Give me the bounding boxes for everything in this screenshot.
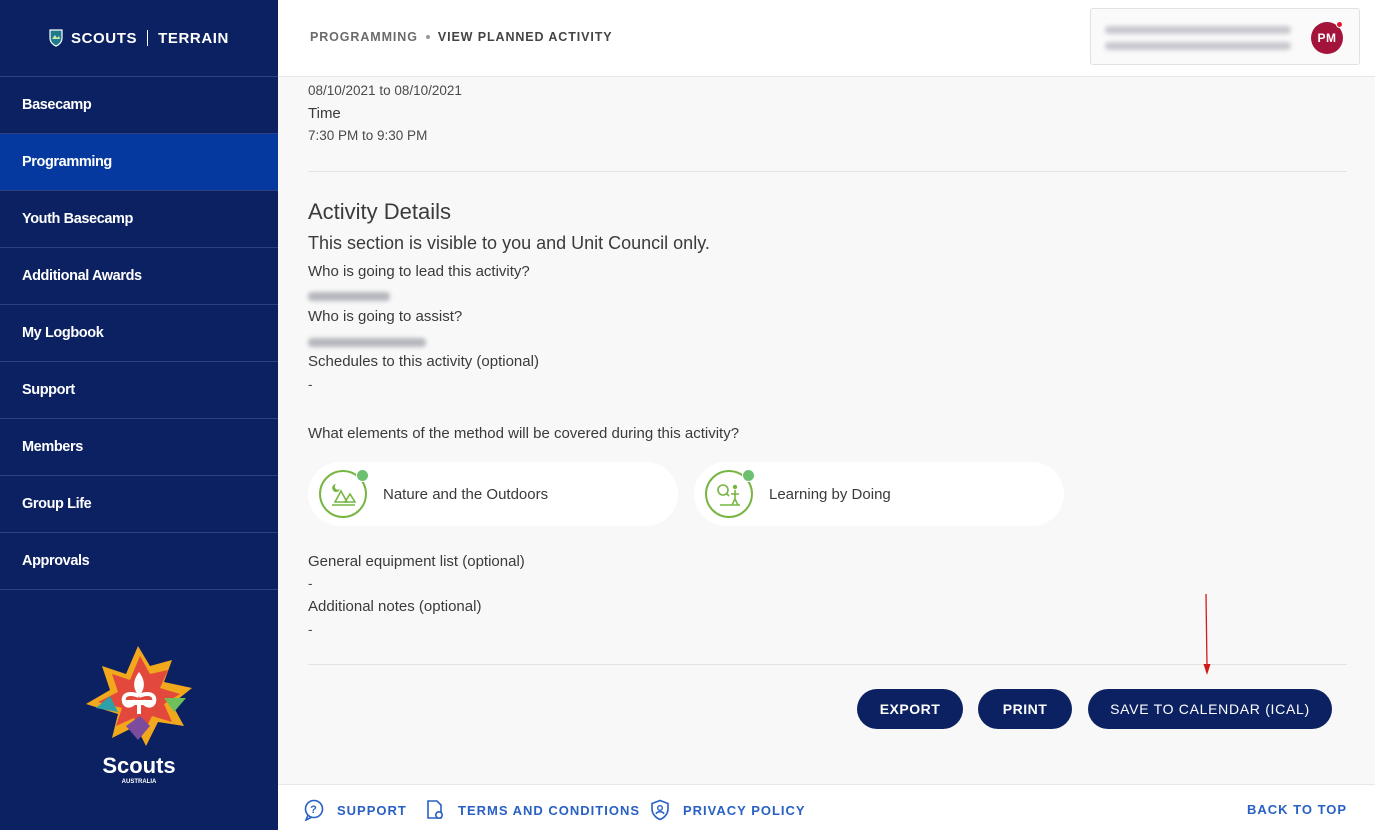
privacy-shield-icon [651,799,669,821]
sidebar: SCOUTS TERRAIN Basecamp Programming Yout… [0,0,278,830]
top-header: PROGRAMMING VIEW PLANNED ACTIVITY PM [278,0,1375,77]
help-icon: ? [304,799,324,821]
method-card-learning-by-doing: Learning by Doing [694,462,1064,526]
visibility-note: This section is visible to you and Unit … [308,233,710,253]
breadcrumb: PROGRAMMING VIEW PLANNED ACTIVITY [310,30,613,44]
footer-privacy-link[interactable]: PRIVACY POLICY [649,799,806,821]
footer-terms-link[interactable]: TERMS AND CONDITIONS [424,799,640,821]
sidebar-item-support[interactable]: Support [0,362,278,419]
brand-name: SCOUTS [71,29,138,47]
breadcrumb-programming[interactable]: PROGRAMMING [310,30,418,44]
check-icon [356,469,369,482]
sidebar-item-additional-awards[interactable]: Additional Awards [0,248,278,305]
check-icon [742,469,755,482]
activity-details-heading: Activity Details [308,199,452,224]
lead-label: Who is going to lead this activity? [308,263,530,280]
notes-value: - [308,622,313,637]
footer-support-link[interactable]: ? SUPPORT [303,799,407,821]
method-label: Nature and the Outdoors [383,485,549,503]
sidebar-item-youth-basecamp[interactable]: Youth Basecamp [0,191,278,248]
sidebar-item-approvals[interactable]: Approvals [0,533,278,590]
logo-wordmark: Scouts [102,753,175,778]
scouts-shield-icon [49,29,63,47]
schedules-value: - [308,377,313,392]
method-label: Learning by Doing [769,485,891,503]
section-divider [308,171,1347,172]
save-to-calendar-button[interactable]: SAVE TO CALENDAR (ICAL) [1088,689,1332,729]
user-profile-menu[interactable]: PM [1090,8,1360,65]
time-value: 7:30 PM to 9:30 PM [308,128,428,143]
assist-label: Who is going to assist? [308,308,463,325]
equipment-value: - [308,576,313,591]
method-card-nature-outdoors: Nature and the Outdoors [308,462,678,526]
scouts-australia-logo: Scouts AUSTRALIA [86,646,192,785]
notification-dot [1336,21,1343,28]
breadcrumb-current: VIEW PLANNED ACTIVITY [437,30,613,44]
brand-divider [147,30,149,46]
brand-header[interactable]: SCOUTS TERRAIN [0,0,278,77]
back-to-top-link[interactable]: BACK TO TOP [1247,802,1347,817]
lead-value-redacted [308,288,390,306]
breadcrumb-separator [425,35,430,39]
export-button[interactable]: EXPORT [857,689,963,729]
annotation-arrow-icon [1203,594,1211,675]
document-icon [427,800,444,820]
sidebar-nav: Basecamp Programming Youth Basecamp Addi… [0,77,278,590]
nature-outdoors-icon [319,469,369,518]
time-label: Time [308,105,341,122]
print-button[interactable]: PRINT [978,689,1072,729]
footer-support-label: SUPPORT [337,802,407,818]
assist-value-redacted [308,334,426,352]
sidebar-item-programming[interactable]: Programming [0,134,278,191]
footer: ? SUPPORT TERMS AND CONDITIONS PRIVACY P… [278,784,1375,830]
svg-text:?: ? [310,804,318,816]
sidebar-item-my-logbook[interactable]: My Logbook [0,305,278,362]
footer-terms-label: TERMS AND CONDITIONS [458,802,641,818]
learning-by-doing-icon [705,469,755,518]
activity-date-range: 08/10/2021 to 08/10/2021 [308,83,462,98]
method-question: What elements of the method will be cove… [308,425,740,442]
sidebar-item-group-life[interactable]: Group Life [0,476,278,533]
actions-divider [308,664,1347,665]
brand-product: TERRAIN [158,29,229,47]
equipment-label: General equipment list (optional) [308,553,525,570]
sidebar-item-members[interactable]: Members [0,419,278,476]
schedules-label: Schedules to this activity (optional) [308,353,539,370]
footer-privacy-label: PRIVACY POLICY [683,802,806,818]
sidebar-item-basecamp[interactable]: Basecamp [0,77,278,134]
user-name-redacted [1105,26,1291,34]
notes-label: Additional notes (optional) [308,598,482,615]
user-unit-redacted [1105,42,1291,50]
logo-subtext: AUSTRALIA [122,779,157,785]
